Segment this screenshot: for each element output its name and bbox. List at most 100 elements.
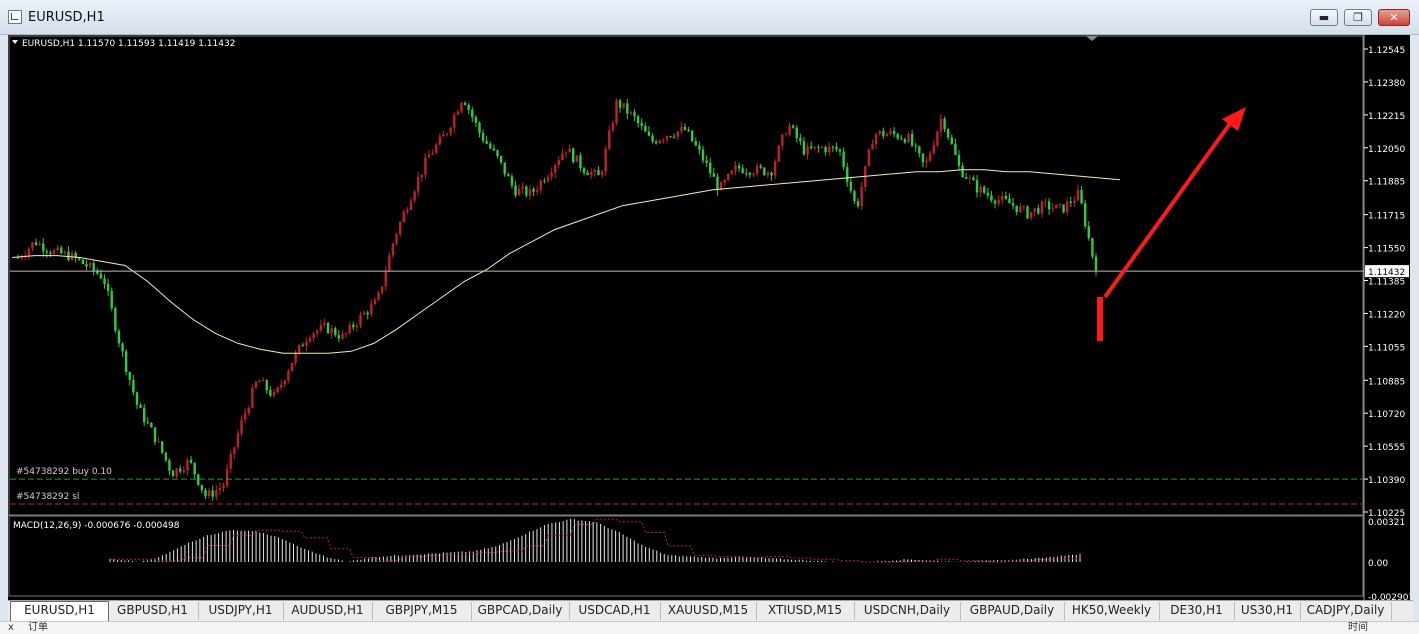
candle-body [294,352,297,363]
candle-body [1051,208,1054,210]
candle [1058,203,1062,209]
chart-tab[interactable]: GBPJPY,M15 [372,602,472,620]
candle [200,484,204,494]
chart-area[interactable]: 1.11432 #54738292 buy 0.10 #54738292 sl 1.… [8,35,1410,600]
candle-body [629,112,633,114]
candle [946,128,950,141]
candle [1044,198,1047,207]
chart-tab[interactable]: CADJPY,Daily [1300,602,1392,620]
candle [907,131,910,144]
candle [1055,204,1058,209]
candle [308,335,312,344]
candle-body [914,145,917,147]
candle-body [211,490,214,497]
candle [258,379,261,383]
candle-body [975,180,979,193]
chart-tab[interactable]: US30,H1 [1234,602,1301,620]
candle-body [474,117,478,123]
chart-tab[interactable]: DE30,H1 [1159,602,1235,620]
candle [496,149,499,159]
candle-body [784,134,788,136]
candle [914,143,917,152]
price-tick-label: 1.11885 [1368,178,1405,188]
window-titlebar: EURUSD,H1 ▬ ❐ ✕ [0,0,1419,35]
maximize-button[interactable]: ❐ [1344,9,1372,26]
candle-body [791,125,795,128]
orders-tab-label[interactable]: 订单 [28,622,48,633]
candle-body [276,387,279,393]
chart-tab[interactable]: USDCAD,H1 [569,602,661,620]
candle [269,386,272,398]
candle [355,323,359,332]
chart-tab[interactable]: USDCNH,Daily [854,602,961,620]
candle-body [910,134,914,146]
candle [759,163,762,170]
chart-tab[interactable]: AUDUSD,H1 [283,602,373,620]
chart-tab[interactable]: EURUSD,H1 [10,601,109,622]
candle [362,310,366,315]
candle-body [499,156,503,163]
candle-body [384,271,387,287]
candle-body [492,148,496,151]
candle [420,174,423,182]
candle [319,319,323,333]
close-button[interactable]: ✕ [1378,9,1410,26]
candle-body [42,243,45,252]
candle [842,147,845,171]
candle [553,163,557,179]
candle [835,142,838,152]
candle [453,111,456,134]
price-chart-svg[interactable]: 1.11432#54738292 buy 0.10#54738292 sl 1.… [8,35,1410,600]
chart-tab[interactable]: XAUUSD,M15 [660,602,757,620]
candle [492,144,496,152]
candle-body [78,258,81,260]
candle-body [806,146,809,155]
candle [939,113,943,137]
candle [799,133,802,146]
candle [1004,191,1008,200]
chart-tab[interactable]: USDJPY,H1 [198,602,284,620]
candle [532,186,535,197]
chart-window-icon [8,10,22,24]
candle [979,184,982,197]
candle-body [38,243,41,246]
chart-tab[interactable]: XTIUSD,M15 [756,602,855,620]
chart-tab[interactable]: GBPUSD,H1 [107,602,199,620]
candle [600,169,604,178]
candle-body [896,134,899,139]
candle [189,456,193,465]
candle [936,130,939,148]
annotation-red-bar [1097,297,1103,341]
candle [694,137,698,147]
minimize-button[interactable]: ▬ [1310,9,1338,26]
candle-body [1044,201,1047,203]
candle-body [27,248,31,256]
candle [1001,191,1004,205]
candle-body [777,145,780,162]
candle [528,185,532,201]
candle-body [124,351,128,372]
candle [698,141,701,155]
candle-body [348,324,351,333]
candle-body [871,143,874,150]
candle-body [1019,206,1022,212]
chart-tab[interactable]: GBPCAD,Daily [471,602,570,620]
candle-body [279,384,283,388]
candle [611,119,615,133]
candle-body [835,146,838,150]
candle-body [687,129,690,131]
candle-body [539,180,542,190]
candle [406,207,409,215]
candle [218,482,222,495]
candle-body [1015,205,1018,212]
candle-body [734,165,737,171]
terminal-close-icon[interactable]: x [8,622,14,633]
candle-body [449,127,452,134]
candle [211,485,214,501]
candle-body [528,188,532,196]
candle-body [521,186,524,189]
candle [900,134,903,140]
chart-tab[interactable]: GBPAUD,Daily [960,602,1065,620]
chart-tab[interactable]: HK50,Weekly [1064,602,1160,620]
candle [128,371,131,386]
